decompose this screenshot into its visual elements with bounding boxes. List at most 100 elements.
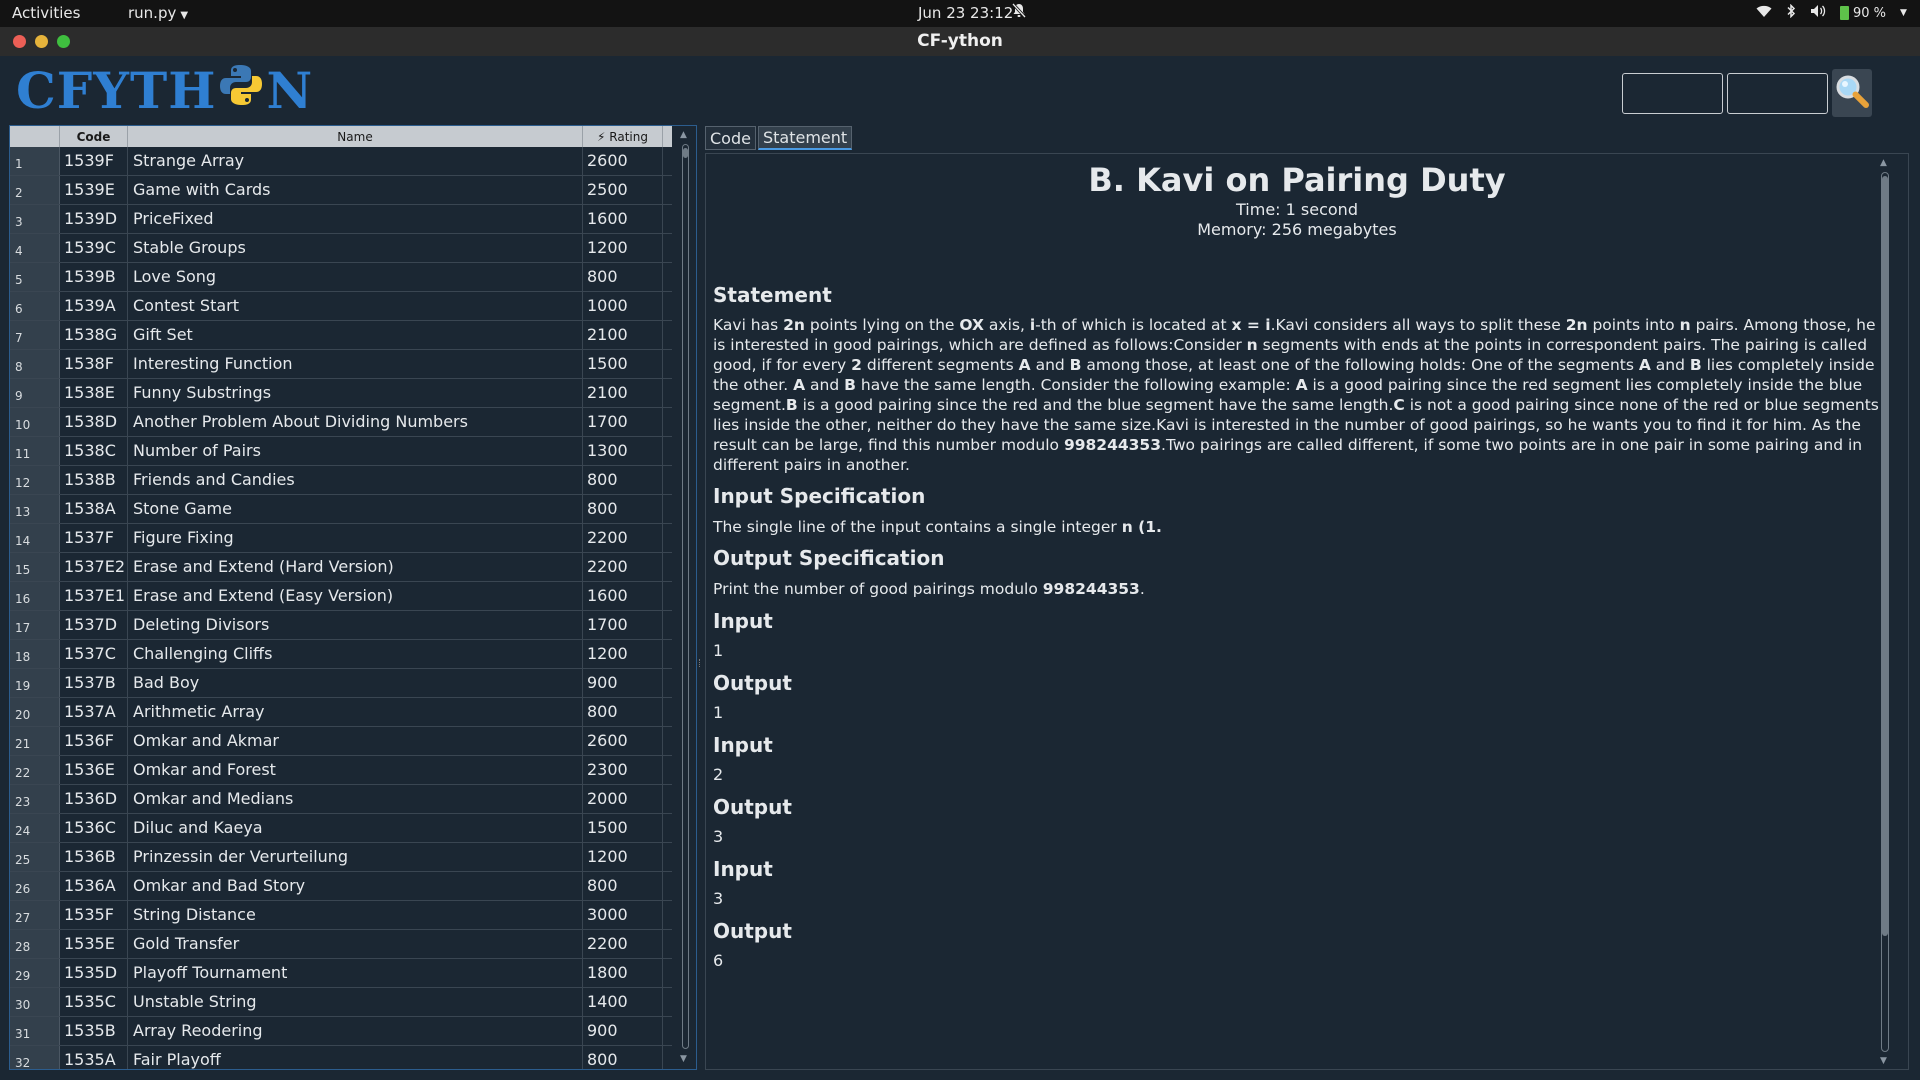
table-row[interactable]: 1 1539F Strange Array 2600 [10,147,672,176]
chevron-down-icon: ▼ [1900,8,1907,18]
table-row[interactable]: 25 1536B Prinzessin der Verurteilung 1200 [10,843,672,872]
row-index: 27 [10,901,60,929]
name-column-header[interactable]: Name [128,126,583,147]
problem-code-cell: 1539F [60,147,128,175]
chevron-down-icon: ▼ [180,10,189,21]
contest-id-input[interactable] [1622,73,1723,114]
problem-name-cell: Array Reodering [128,1017,583,1045]
problem-name-cell: Figure Fixing [128,524,583,552]
problem-code-cell: 1535A [60,1046,128,1069]
table-row[interactable]: 9 1538E Funny Substrings 2100 [10,379,672,408]
table-row[interactable]: 10 1538D Another Problem About Dividing Nu… [10,408,672,437]
table-row[interactable]: 18 1537C Challenging Cliffs 1200 [10,640,672,669]
row-index-header [10,126,60,147]
table-row[interactable]: 31 1535B Array Reodering 900 [10,1017,672,1046]
logo-text-left: CFYTH [16,60,217,120]
row-index: 16 [10,582,60,610]
sample-output-heading: Output [713,919,792,943]
problem-code-cell: 1536E [60,756,128,784]
logo-text-right: N [266,60,314,120]
rating-column-header[interactable]: ⚡ Rating [583,126,663,147]
table-row[interactable]: 3 1539D PriceFixed 1600 [10,205,672,234]
problem-code-cell: 1536A [60,872,128,900]
table-row[interactable]: 15 1537E2 Erase and Extend (Hard Version) 2… [10,553,672,582]
window-title: CF-ython [917,31,1003,51]
sample-output-value: 6 [713,951,724,970]
tab-statement[interactable]: Statement [757,126,853,150]
tab-code[interactable]: Code [705,126,756,150]
table-row[interactable]: 22 1536E Omkar and Forest 2300 [10,756,672,785]
table-row[interactable]: 2 1539E Game with Cards 2500 [10,176,672,205]
statement-panel[interactable]: B. Kavi on Pairing Duty Time: 1 second M… [705,153,1909,1070]
table-row[interactable]: 12 1538B Friends and Candies 800 [10,466,672,495]
table-row[interactable]: 4 1539C Stable Groups 1200 [10,234,672,263]
app-menu[interactable]: run.py ▼ [128,4,188,22]
problem-rating-cell: 2100 [583,379,663,407]
output-spec-heading: Output Specification [713,546,945,570]
table-row[interactable]: 8 1538F Interesting Function 1500 [10,350,672,379]
problem-name-cell: Challenging Cliffs [128,640,583,668]
sample-output-value: 3 [713,827,724,846]
table-row[interactable]: 17 1537D Deleting Divisors 1700 [10,611,672,640]
table-row[interactable]: 11 1538C Number of Pairs 1300 [10,437,672,466]
table-row[interactable]: 19 1537B Bad Boy 900 [10,669,672,698]
scroll-down-icon[interactable]: ▼ [680,1054,687,1064]
problem-rating-cell: 1600 [583,582,663,610]
problem-rating-cell: 2200 [583,524,663,552]
table-row[interactable]: 27 1535F String Distance 3000 [10,901,672,930]
sample-input-heading: Input [713,733,773,757]
input-spec-text: The single line of the input contains a … [713,518,1162,536]
problem-rating-cell: 1400 [583,988,663,1016]
scroll-down-icon[interactable]: ▼ [1880,1056,1887,1066]
table-row[interactable]: 5 1539B Love Song 800 [10,263,672,292]
statement-scrollbar[interactable]: ▲ ▼ [1878,158,1892,1068]
table-row[interactable]: 26 1536A Omkar and Bad Story 800 [10,872,672,901]
status-area[interactable]: 90 % ▼ [1756,3,1907,22]
code-column-header[interactable]: Code [60,126,128,147]
problem-name-cell: Gold Transfer [128,930,583,958]
table-row[interactable]: 6 1539A Contest Start 1000 [10,292,672,321]
row-index: 4 [10,234,60,262]
problem-index-input[interactable] [1727,73,1828,114]
problem-table[interactable]: Code Name ⚡ Rating 1 1539F Strange Array 26… [9,125,697,1070]
problem-statement: B. Kavi on Pairing Duty Time: 1 second M… [713,160,1881,971]
splitter-handle[interactable] [699,659,701,667]
table-row[interactable]: 30 1535C Unstable String 1400 [10,988,672,1017]
scroll-thumb[interactable] [683,148,688,158]
table-scrollbar[interactable]: ▲ ▼ [679,130,691,1066]
problem-rating-cell: 800 [583,263,663,291]
problem-name-cell: Stone Game [128,495,583,523]
search-button[interactable] [1832,69,1872,117]
problem-rating-cell: 900 [583,669,663,697]
pane-splitter[interactable] [697,125,705,1070]
output-spec-text: Print the number of good pairings modulo… [713,580,1145,598]
table-row[interactable]: 23 1536D Omkar and Medians 2000 [10,785,672,814]
row-index: 19 [10,669,60,697]
problem-rating-cell: 1500 [583,814,663,842]
table-row[interactable]: 28 1535E Gold Transfer 2200 [10,930,672,959]
row-index: 5 [10,263,60,291]
table-row[interactable]: 21 1536F Omkar and Akmar 2600 [10,727,672,756]
scroll-up-icon[interactable]: ▲ [680,130,687,140]
scroll-thumb[interactable] [1882,176,1888,936]
problem-name-cell: Another Problem About Dividing Numbers [128,408,583,436]
table-row[interactable]: 13 1538A Stone Game 800 [10,495,672,524]
table-row[interactable]: 29 1535D Playoff Tournament 1800 [10,959,672,988]
row-index: 1 [10,147,60,175]
table-row[interactable]: 20 1537A Arithmetic Array 800 [10,698,672,727]
activities-button[interactable]: Activities [12,4,80,22]
table-row[interactable]: 16 1537E1 Erase and Extend (Easy Version) 1… [10,582,672,611]
problem-name-cell: Prinzessin der Verurteilung [128,843,583,871]
row-index: 15 [10,553,60,581]
row-index: 24 [10,814,60,842]
clock[interactable]: Jun 23 23:12 [918,4,1013,22]
scroll-up-icon[interactable]: ▲ [1880,158,1887,168]
table-row[interactable]: 32 1535A Fair Playoff 800 [10,1046,672,1069]
table-row[interactable]: 24 1536C Diluc and Kaeya 1500 [10,814,672,843]
problem-code-cell: 1538D [60,408,128,436]
problem-name-cell: Funny Substrings [128,379,583,407]
table-row[interactable]: 14 1537F Figure Fixing 2200 [10,524,672,553]
scroll-track[interactable] [682,144,689,1049]
problem-rating-cell: 2200 [583,930,663,958]
table-row[interactable]: 7 1538G Gift Set 2100 [10,321,672,350]
